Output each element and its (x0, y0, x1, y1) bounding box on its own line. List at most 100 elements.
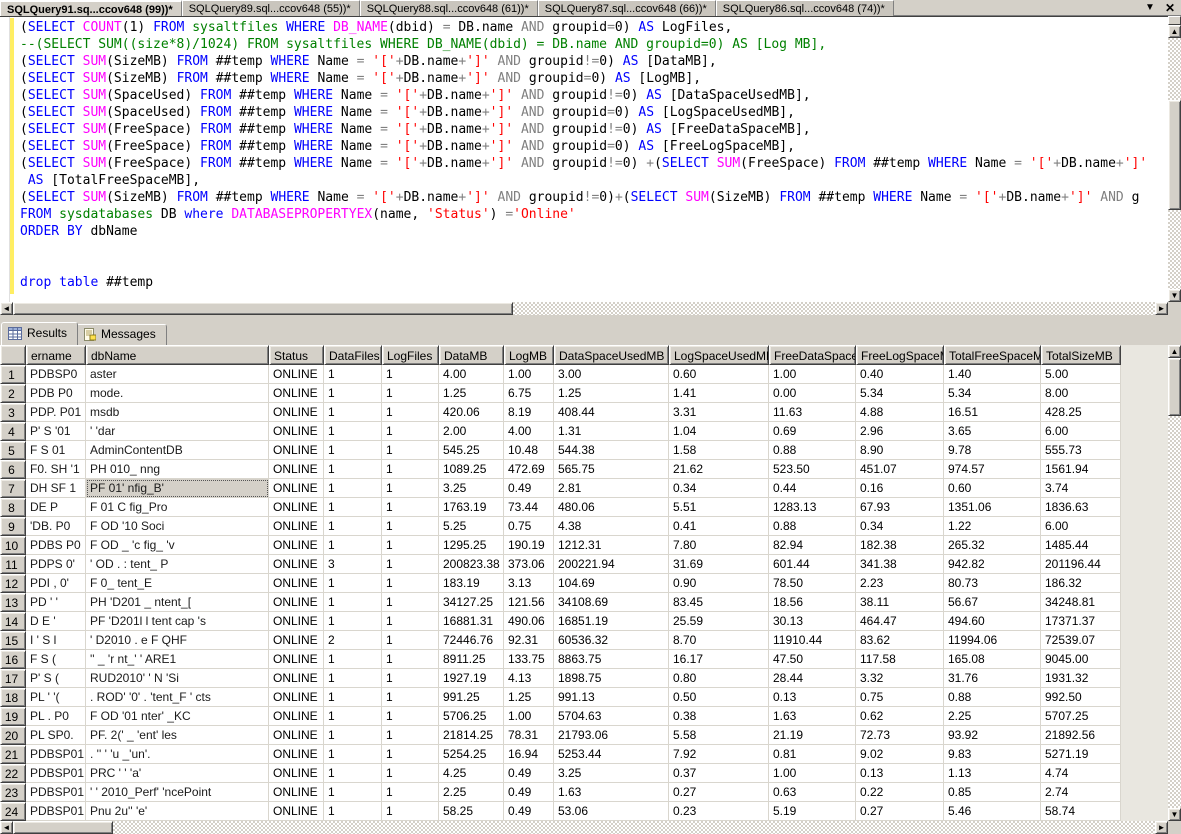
cell-fls[interactable]: 83.62 (856, 631, 944, 650)
cell-logFiles[interactable]: 1 (382, 479, 439, 498)
cell-fds[interactable]: 0.81 (769, 745, 856, 764)
cell-dsu[interactable]: 34108.69 (554, 593, 669, 612)
cell-db[interactable]: ' 'dar (86, 422, 269, 441)
cell-server[interactable]: P' S '01 (26, 422, 86, 441)
cell-lsu[interactable]: 8.70 (669, 631, 769, 650)
cell-fds[interactable]: 82.94 (769, 536, 856, 555)
close-document-icon[interactable]: ✕ (1165, 1, 1175, 15)
cell-db[interactable]: Pnu 2u'' 'e' (86, 802, 269, 821)
cell-lsu[interactable]: 0.23 (669, 802, 769, 821)
cell-tsm[interactable]: 1561.94 (1041, 460, 1121, 479)
scroll-track[interactable] (13, 821, 1155, 834)
cell-lsu[interactable]: 0.80 (669, 669, 769, 688)
cell-logFiles[interactable]: 1 (382, 384, 439, 403)
cell-logFiles[interactable]: 1 (382, 726, 439, 745)
cell-logFiles[interactable]: 1 (382, 441, 439, 460)
cell-dataFiles[interactable]: 1 (324, 593, 382, 612)
cell-fls[interactable]: 464.47 (856, 612, 944, 631)
cell-status[interactable]: ONLINE (269, 498, 324, 517)
cell-dataMB[interactable]: 5706.25 (439, 707, 504, 726)
cell-lsu[interactable]: 21.62 (669, 460, 769, 479)
cell-db[interactable]: mode. (86, 384, 269, 403)
cell-lsu[interactable]: 16.17 (669, 650, 769, 669)
cell-dataFiles[interactable]: 1 (324, 669, 382, 688)
row-number[interactable]: 12 (0, 574, 26, 593)
cell-server[interactable]: PDB P0 (26, 384, 86, 403)
cell-fds[interactable]: 1.00 (769, 764, 856, 783)
cell-lsu[interactable]: 0.60 (669, 365, 769, 384)
cell-dataMB[interactable]: 5254.25 (439, 745, 504, 764)
cell-status[interactable]: ONLINE (269, 650, 324, 669)
column-header-tfs[interactable]: TotalFreeSpaceMB (944, 345, 1041, 365)
cell-fds[interactable]: 11.63 (769, 403, 856, 422)
cell-lsu[interactable]: 25.59 (669, 612, 769, 631)
cell-status[interactable]: ONLINE (269, 384, 324, 403)
cell-logFiles[interactable]: 1 (382, 688, 439, 707)
cell-fls[interactable]: 38.11 (856, 593, 944, 612)
cell-logMB[interactable]: 3.13 (504, 574, 554, 593)
cell-tsm[interactable]: 2.74 (1041, 783, 1121, 802)
cell-logMB[interactable]: 78.31 (504, 726, 554, 745)
row-number[interactable]: 15 (0, 631, 26, 650)
cell-fls[interactable]: 5.34 (856, 384, 944, 403)
cell-lsu[interactable]: 5.51 (669, 498, 769, 517)
cell-lsu[interactable]: 7.80 (669, 536, 769, 555)
cell-tfs[interactable]: 265.32 (944, 536, 1041, 555)
cell-logFiles[interactable]: 1 (382, 650, 439, 669)
cell-dataFiles[interactable]: 1 (324, 707, 382, 726)
cell-dsu[interactable]: 544.38 (554, 441, 669, 460)
row-number[interactable]: 11 (0, 555, 26, 574)
column-header-logMB[interactable]: LogMB (504, 345, 554, 365)
document-tab-2[interactable]: SQLQuery89.sql...ccov648 (55))* (182, 0, 360, 16)
row-number[interactable]: 13 (0, 593, 26, 612)
cell-logMB[interactable]: 73.44 (504, 498, 554, 517)
cell-server[interactable]: 'DB. P0 (26, 517, 86, 536)
cell-status[interactable]: ONLINE (269, 612, 324, 631)
cell-dataFiles[interactable]: 1 (324, 764, 382, 783)
cell-dataFiles[interactable]: 2 (324, 631, 382, 650)
row-number[interactable]: 9 (0, 517, 26, 536)
grid-vertical-scrollbar[interactable]: ▲ ▼ (1168, 345, 1181, 821)
cell-fds[interactable]: 30.13 (769, 612, 856, 631)
cell-tsm[interactable]: 72539.07 (1041, 631, 1121, 650)
document-tab-4[interactable]: SQLQuery87.sql...ccov648 (66))* (538, 0, 716, 16)
cell-dsu[interactable]: 991.13 (554, 688, 669, 707)
cell-status[interactable]: ONLINE (269, 669, 324, 688)
cell-tfs[interactable]: 93.92 (944, 726, 1041, 745)
cell-lsu[interactable]: 1.04 (669, 422, 769, 441)
row-number[interactable]: 6 (0, 460, 26, 479)
cell-logMB[interactable]: 0.49 (504, 783, 554, 802)
cell-dsu[interactable]: 4.38 (554, 517, 669, 536)
scroll-left-icon[interactable]: ◄ (0, 302, 13, 315)
cell-dsu[interactable]: 200221.94 (554, 555, 669, 574)
cell-status[interactable]: ONLINE (269, 441, 324, 460)
scroll-thumb[interactable] (1168, 100, 1181, 210)
scroll-up-icon[interactable]: ▲ (1168, 25, 1181, 38)
cell-db[interactable]: F 01 C fig_Pro (86, 498, 269, 517)
cell-dsu[interactable]: 1.31 (554, 422, 669, 441)
cell-tsm[interactable]: 9045.00 (1041, 650, 1121, 669)
cell-fds[interactable]: 5.19 (769, 802, 856, 821)
cell-status[interactable]: ONLINE (269, 479, 324, 498)
cell-tfs[interactable]: 16.51 (944, 403, 1041, 422)
cell-db[interactable]: F OD '01 nter' _KC (86, 707, 269, 726)
cell-logFiles[interactable]: 1 (382, 536, 439, 555)
cell-fds[interactable]: 0.69 (769, 422, 856, 441)
cell-dsu[interactable]: 3.25 (554, 764, 669, 783)
cell-logMB[interactable]: 8.19 (504, 403, 554, 422)
cell-dsu[interactable]: 5253.44 (554, 745, 669, 764)
cell-dsu[interactable]: 60536.32 (554, 631, 669, 650)
cell-dsu[interactable]: 1212.31 (554, 536, 669, 555)
cell-fds[interactable]: 601.44 (769, 555, 856, 574)
cell-status[interactable]: ONLINE (269, 365, 324, 384)
cell-fds[interactable]: 1.63 (769, 707, 856, 726)
column-header-logFiles[interactable]: LogFiles (382, 345, 439, 365)
cell-dataFiles[interactable]: 1 (324, 403, 382, 422)
cell-dataFiles[interactable]: 1 (324, 517, 382, 536)
cell-logFiles[interactable]: 1 (382, 460, 439, 479)
cell-dataMB[interactable]: 34127.25 (439, 593, 504, 612)
cell-tfs[interactable]: 31.76 (944, 669, 1041, 688)
pane-splitter[interactable] (0, 315, 1181, 322)
cell-dataFiles[interactable]: 1 (324, 384, 382, 403)
cell-tfs[interactable]: 494.60 (944, 612, 1041, 631)
